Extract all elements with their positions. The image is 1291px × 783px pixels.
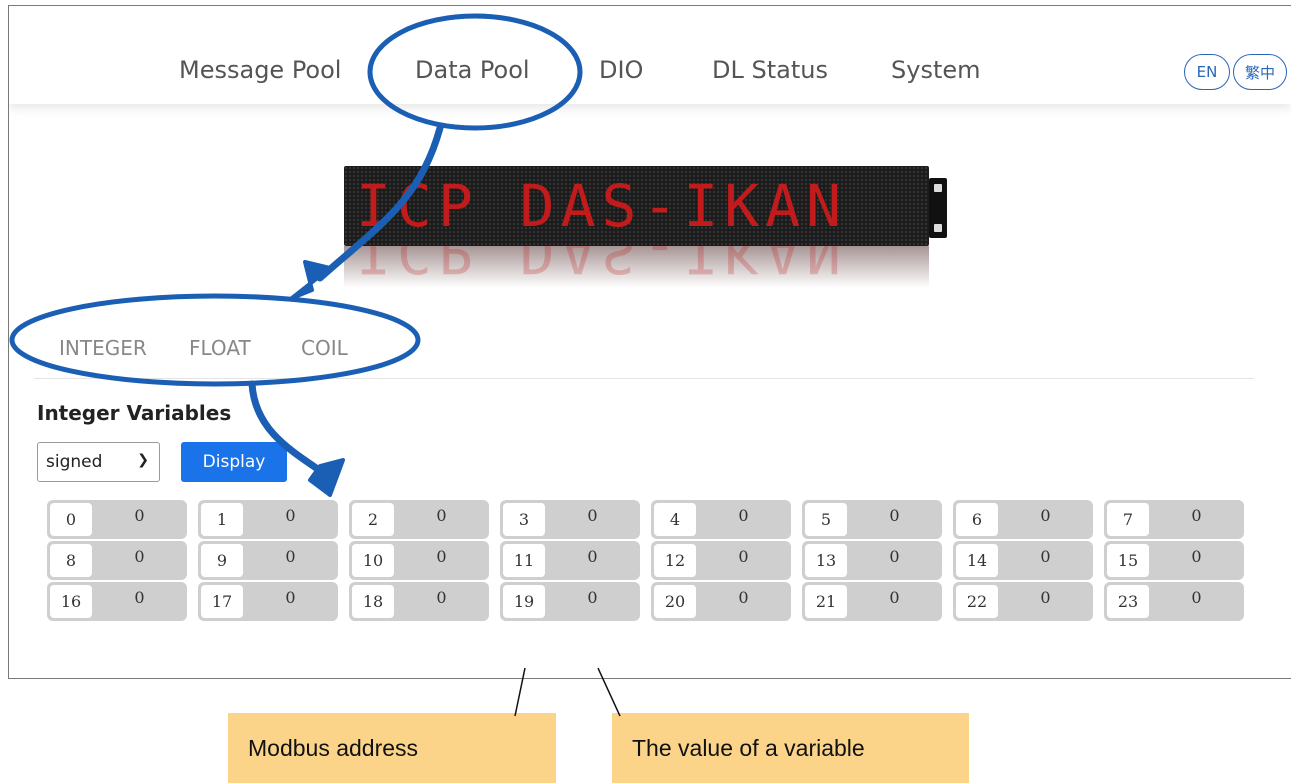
variable-cell: 22 0 (953, 582, 1093, 621)
modbus-address: 14 (956, 544, 998, 577)
variable-value: 0 (738, 506, 749, 525)
modbus-address: 12 (654, 544, 696, 577)
nav-dl-status[interactable]: DL Status (712, 56, 828, 84)
variable-cell: 80 (47, 541, 187, 580)
variable-value: 0 (134, 506, 145, 525)
modbus-address: 23 (1107, 585, 1149, 618)
variable-cell: 50 (802, 500, 942, 539)
variable-value: 0 (285, 506, 296, 525)
variable-cell: 30 (500, 500, 640, 539)
variable-cell: 00 (47, 500, 187, 539)
nav-data-pool[interactable]: Data Pool (415, 56, 530, 84)
variable-cell: 20 0 (651, 582, 791, 621)
variable-value: 0 (436, 547, 447, 566)
modbus-address: 10 (352, 544, 394, 577)
modbus-address: 1 (201, 503, 243, 536)
variable-cell: 19 0 (500, 582, 640, 621)
variable-cell: 90 (198, 541, 338, 580)
variable-cell: 40 (651, 500, 791, 539)
variable-cell: 13 0 (802, 541, 942, 580)
variable-value: 0 (889, 547, 900, 566)
variable-value: 0 (738, 547, 749, 566)
variable-cell: 23 0 (1104, 582, 1244, 621)
modbus-address: 3 (503, 503, 545, 536)
nav-dio[interactable]: DIO (599, 56, 643, 84)
tab-coil[interactable]: COIL (301, 336, 348, 360)
chevron-down-icon: ❯ (137, 452, 149, 468)
tab-integer[interactable]: INTEGER (59, 336, 147, 360)
callout-modbus-address: Modbus address (228, 713, 556, 783)
variable-value: 0 (587, 547, 598, 566)
variable-value: 0 (285, 547, 296, 566)
variable-cell: 10 0 (349, 541, 489, 580)
sign-mode-value: signed (46, 452, 103, 472)
modbus-address: 6 (956, 503, 998, 536)
modbus-address: 2 (352, 503, 394, 536)
variable-cell: 12 0 (651, 541, 791, 580)
tab-divider (34, 378, 1254, 379)
nav-system[interactable]: System (891, 56, 981, 84)
lang-en-button[interactable]: EN (1184, 54, 1230, 90)
led-banner-image: ICP DAS-IKAN (344, 166, 929, 246)
screenshot-frame: Message Pool Data Pool DIO DL Status Sys… (8, 5, 1291, 679)
modbus-address: 22 (956, 585, 998, 618)
variable-value: 0 (1191, 547, 1202, 566)
led-banner-endcap (929, 178, 947, 238)
variable-value: 0 (1040, 506, 1051, 525)
modbus-address: 20 (654, 585, 696, 618)
led-banner-reflection: ICP DAS-IKAN (344, 246, 929, 288)
lang-zh-button[interactable]: 繁中 (1233, 54, 1287, 90)
variable-cell: 20 (349, 500, 489, 539)
variable-value: 0 (738, 588, 749, 607)
variable-value: 0 (285, 588, 296, 607)
variable-value: 0 (436, 506, 447, 525)
variable-cell: 21 0 (802, 582, 942, 621)
modbus-address: 21 (805, 585, 847, 618)
variable-value: 0 (587, 506, 598, 525)
modbus-address: 19 (503, 585, 545, 618)
variable-cell: 70 (1104, 500, 1244, 539)
variable-value: 0 (1191, 588, 1202, 607)
led-banner-text: ICP DAS-IKAN (356, 172, 848, 240)
variable-cell: 17 0 (198, 582, 338, 621)
nav-message-pool[interactable]: Message Pool (179, 56, 341, 84)
modbus-address: 8 (50, 544, 92, 577)
tab-float[interactable]: FLOAT (189, 336, 251, 360)
modbus-address: 5 (805, 503, 847, 536)
variable-value: 0 (1040, 588, 1051, 607)
modbus-address: 13 (805, 544, 847, 577)
modbus-address: 15 (1107, 544, 1149, 577)
variable-value: 0 (889, 588, 900, 607)
modbus-address: 18 (352, 585, 394, 618)
modbus-address: 16 (50, 585, 92, 618)
modbus-address: 7 (1107, 503, 1149, 536)
callout-variable-value: The value of a variable (612, 713, 969, 783)
modbus-address: 4 (654, 503, 696, 536)
modbus-address: 17 (201, 585, 243, 618)
section-title: Integer Variables (37, 401, 232, 425)
variable-value: 0 (587, 588, 598, 607)
variable-value: 0 (889, 506, 900, 525)
display-button[interactable]: Display (181, 442, 287, 482)
variable-cell: 14 0 (953, 541, 1093, 580)
variable-value: 0 (134, 588, 145, 607)
variable-value: 0 (1191, 506, 1202, 525)
modbus-address: 9 (201, 544, 243, 577)
sign-mode-select[interactable]: signed ❯ (37, 442, 160, 482)
variable-value: 0 (1040, 547, 1051, 566)
variable-value: 0 (134, 547, 145, 566)
variable-value: 0 (436, 588, 447, 607)
variable-cell: 10 (198, 500, 338, 539)
variable-cell: 15 0 (1104, 541, 1244, 580)
top-navigation: Message Pool Data Pool DIO DL Status Sys… (9, 6, 1291, 104)
variable-cell: 11 0 (500, 541, 640, 580)
modbus-address: 0 (50, 503, 92, 536)
variable-cell: 18 0 (349, 582, 489, 621)
modbus-address: 11 (503, 544, 545, 577)
variable-cell: 16 0 (47, 582, 187, 621)
variable-cell: 60 (953, 500, 1093, 539)
